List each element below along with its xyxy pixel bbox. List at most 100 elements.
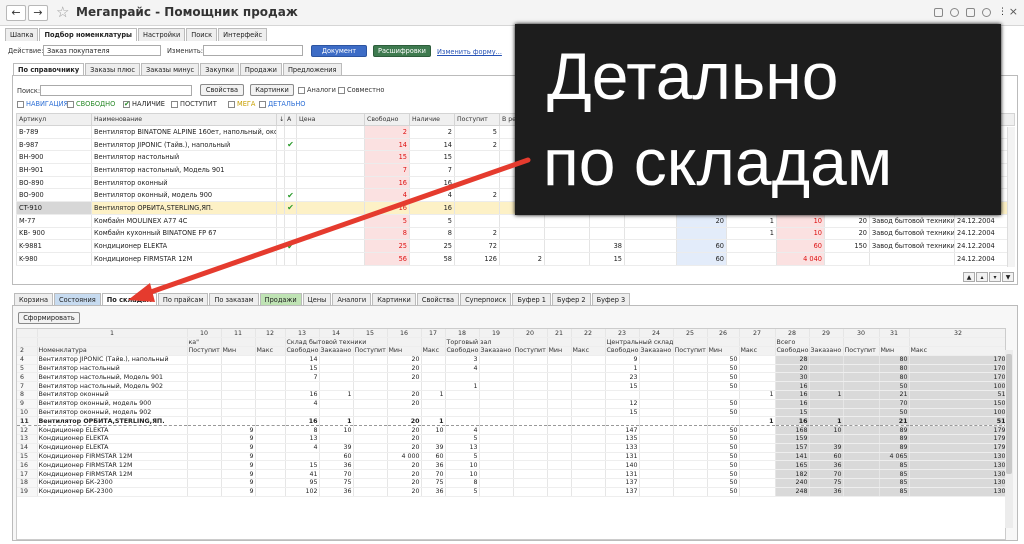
cell-value xyxy=(673,355,708,365)
scroll-thumb[interactable] xyxy=(1006,354,1012,474)
back-button[interactable]: ← xyxy=(6,5,26,21)
table-row[interactable]: 14 Кондиционер ELEKTA 9 4 39 20 39 13 133 50 157 39… xyxy=(17,443,1005,453)
cell-value: 20 xyxy=(387,390,422,400)
table-row[interactable]: 5 Вентилятор настольный 15 20 4 1 50 20 80 170 xyxy=(17,364,1005,374)
cell-value xyxy=(513,372,548,383)
column-header[interactable]: Свободно xyxy=(364,113,410,126)
cell-value xyxy=(187,478,222,488)
subheader: Свободно xyxy=(285,346,320,356)
flag-3-checkbox[interactable]: ✔ НАЛИЧИЕ xyxy=(123,100,165,108)
cell-value xyxy=(255,364,286,374)
flag-1-checkbox[interactable]: НАВИГАЦИЯ xyxy=(17,100,68,108)
cell-ok: ✔ xyxy=(284,239,297,253)
row-number: 11 xyxy=(17,416,38,427)
favorite-star-icon[interactable]: ☆ xyxy=(56,3,69,21)
cell-value xyxy=(571,434,606,444)
first-icon[interactable]: ▲ xyxy=(963,272,975,282)
catalog-scrollbar[interactable] xyxy=(1007,127,1015,267)
action-select[interactable]: Заказ покупателя xyxy=(43,45,161,56)
cell-art: B-789 xyxy=(16,125,92,139)
table-row[interactable]: 16 Кондиционер FIRMSTAR 12M 9 15 36 20 36 10 140… xyxy=(17,460,1005,471)
tab-interface[interactable]: Интерфейс xyxy=(218,28,268,41)
group-header xyxy=(37,337,188,348)
checkbox-box[interactable] xyxy=(67,100,74,108)
cell-c3: 38 xyxy=(589,239,625,253)
column-header[interactable]: А xyxy=(284,113,297,126)
column-number xyxy=(17,329,38,339)
table-row[interactable]: 13 Кондиционер ELEKTA 9 13 20 5 135 50 159 89 179 xyxy=(17,434,1005,444)
more-icon[interactable]: ⋮ xyxy=(998,8,1007,17)
table-row[interactable]: KB- 900 Комбайн кухонный BINATONE FP 67 8 8… xyxy=(16,227,1015,241)
cell-date: 24.12.2004 xyxy=(954,239,1015,253)
flag-4-checkbox[interactable]: ПОСТУПИТ xyxy=(171,100,217,108)
properties-button[interactable]: Свойства xyxy=(200,84,244,96)
flag-2-checkbox[interactable]: СВОБОДНО xyxy=(67,100,115,108)
table-row[interactable]: 17 Кондиционер FIRMSTAR 12M 9 41 70 20 70 10 131… xyxy=(17,469,1005,480)
cell-price xyxy=(296,227,365,241)
link-icon[interactable] xyxy=(982,8,991,17)
cell-value xyxy=(221,364,256,374)
flag-6-checkbox[interactable]: ДЕТАЛЬНО xyxy=(259,100,306,108)
save-icon[interactable] xyxy=(934,8,943,17)
forward-button[interactable]: → xyxy=(28,5,48,21)
table-row[interactable]: 19 Кондиционер БК-2300 9 102 36 20 36 5 137 50 248… xyxy=(17,487,1005,497)
change-form-link[interactable]: Изменить форму... xyxy=(437,48,502,56)
down-icon[interactable]: ▾ xyxy=(989,272,1001,282)
up-icon[interactable]: ▴ xyxy=(976,272,988,282)
pictures-button[interactable]: Картинки xyxy=(250,84,294,96)
table-row[interactable]: M-77 Комбайн MOULINEX A77 4C 5 5 20 1 10 20 Заво… xyxy=(16,214,1015,228)
checkbox-box[interactable] xyxy=(17,100,24,108)
cell-art: KB- 900 xyxy=(16,227,92,241)
cell-value: 13 xyxy=(285,434,320,444)
row-number: 18 xyxy=(17,478,38,488)
close-icon[interactable]: × xyxy=(1009,5,1018,18)
analogs-checkbox[interactable]: Аналоги xyxy=(298,86,336,94)
table-row[interactable]: 18 Кондиционер БК-2300 9 95 75 20 75 8 137 50 240 7… xyxy=(17,478,1005,488)
search-input[interactable] xyxy=(40,85,192,96)
column-header[interactable]: Поступит xyxy=(454,113,500,126)
cell-value xyxy=(187,416,222,427)
table-row[interactable]: 9 Вентилятор оконный, модель 900 4 20 12 50 16… xyxy=(17,399,1005,409)
checkbox-box[interactable] xyxy=(259,100,266,108)
column-header[interactable]: Цена xyxy=(296,113,365,126)
checkbox-box[interactable]: ✔ xyxy=(123,100,130,108)
table-row[interactable]: K-9881 Кондиционер ELEKTA ✔ 25 25 72 38 60 60 150… xyxy=(16,239,1015,253)
cell-prod: Завод бытовой техники xyxy=(869,227,955,241)
last-icon[interactable]: ▼ xyxy=(1002,272,1014,282)
checkbox-box[interactable] xyxy=(171,100,178,108)
tab-header[interactable]: Шапка xyxy=(5,28,39,41)
column-header[interactable]: ↓ xyxy=(276,113,285,126)
table-row[interactable]: 7 Вентилятор настольный, Модель 902 1 15 50 1… xyxy=(17,381,1005,392)
cell-value xyxy=(571,487,606,497)
table-row[interactable]: 6 Вентилятор настольный, Модель 901 7 20 23 5… xyxy=(17,372,1005,383)
warehouse-scrollbar[interactable] xyxy=(1005,350,1013,528)
table-row[interactable]: K-980 Кондиционер FIRMSTAR 12M 56 58 126 2 15 6… xyxy=(16,252,1015,266)
table-row[interactable]: 10 Вентилятор оконный, модель 902 15 50 15 50… xyxy=(17,408,1005,418)
cell-post: 5 xyxy=(454,125,500,139)
cell-value xyxy=(421,372,446,383)
cell-value: 130 xyxy=(909,478,1005,488)
table-row[interactable]: 4 Вентилятор JIPONIC (Тайв.), напольный 14… xyxy=(17,355,1005,365)
column-header[interactable]: Наличие xyxy=(409,113,455,126)
cell-value: 8 xyxy=(445,478,480,488)
table-row[interactable]: 8 Вентилятор оконный 16 1 20 1 1 16 1 21 51 xyxy=(17,390,1005,400)
flag-5-checkbox[interactable]: МЕГА xyxy=(228,100,255,108)
table-row[interactable]: 15 Кондиционер FIRMSTAR 12M 9 60 4 000 60 5 131… xyxy=(17,452,1005,462)
tab-search[interactable]: Поиск xyxy=(186,28,218,41)
table-row[interactable]: 12 Кондиционер ELEKTA 9 8 10 20 10 4 147 50 168 10 8… xyxy=(17,425,1005,436)
tab-settings[interactable]: Настройки xyxy=(138,28,186,41)
print-icon[interactable] xyxy=(950,8,959,17)
joint-checkbox[interactable]: Совместно xyxy=(338,86,384,94)
tab-selection[interactable]: Подбор номенклатуры xyxy=(39,28,138,41)
checkbox-box[interactable] xyxy=(228,100,235,108)
calc-icon[interactable] xyxy=(966,8,975,17)
generate-button[interactable]: Сформировать xyxy=(18,312,80,324)
table-row[interactable]: 11 Вентилятор ОРБИТА,STERLING,ЯП. 16 1 20 1 1 1… xyxy=(17,416,1005,427)
cell-value xyxy=(221,408,256,418)
change-input[interactable] xyxy=(203,45,303,56)
document-button[interactable]: Документ xyxy=(311,45,367,57)
decrypt-button[interactable]: Расшифровки xyxy=(373,45,431,57)
column-header[interactable]: Артикул xyxy=(16,113,92,126)
column-header[interactable]: Наименование xyxy=(91,113,277,126)
cell-value xyxy=(255,460,286,471)
